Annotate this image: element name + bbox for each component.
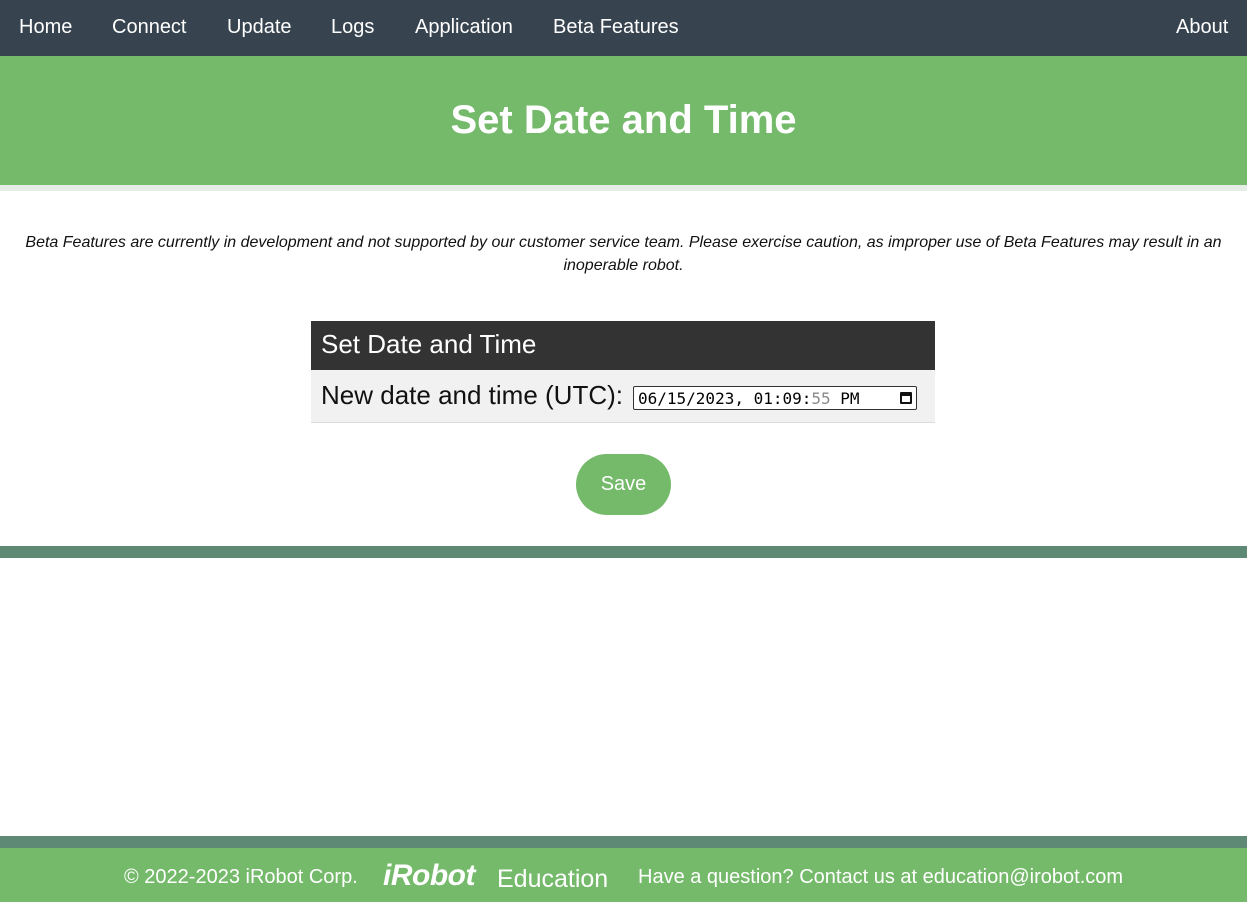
nav-home[interactable]: Home — [19, 0, 72, 56]
nav-connect[interactable]: Connect — [112, 0, 187, 56]
form-card-header: Set Date and Time — [311, 321, 935, 370]
calendar-icon[interactable] — [900, 392, 912, 404]
beta-warning-text: Beta Features are currently in developme… — [25, 234, 1222, 274]
page-title: Set Date and Time — [450, 98, 797, 142]
nav-logs[interactable]: Logs — [331, 0, 374, 56]
datetime-value-seconds: 55 — [811, 389, 831, 408]
datetime-input[interactable]: 06/15/2023, 01:09:55 PM — [633, 386, 917, 410]
content-divider — [0, 546, 1247, 558]
datetime-label: New date and time (UTC): — [321, 380, 623, 410]
logo-brand-text: iRobot — [383, 859, 475, 892]
nav-application[interactable]: Application — [415, 0, 513, 56]
footer-copyright: © 2022-2023 iRobot Corp. — [124, 866, 358, 888]
irobot-education-logo: iRobot Education — [383, 859, 615, 894]
logo-education-text: Education — [497, 865, 609, 893]
form-card-title: Set Date and Time — [321, 329, 537, 359]
footer-divider — [0, 836, 1247, 848]
banner-divider — [0, 185, 1247, 191]
datetime-value-ampm: PM — [840, 389, 860, 408]
save-button[interactable]: Save — [576, 454, 671, 515]
datetime-row: New date and time (UTC): 06/15/2023, 01:… — [311, 370, 935, 423]
nav-update[interactable]: Update — [227, 0, 292, 56]
nav-about[interactable]: About — [1176, 0, 1228, 56]
top-navigation: Home Connect Update Logs Application Bet… — [0, 0, 1247, 56]
footer: © 2022-2023 iRobot Corp. Have a question… — [0, 848, 1247, 902]
nav-beta-features[interactable]: Beta Features — [553, 0, 679, 56]
footer-contact[interactable]: Have a question? Contact us at education… — [638, 848, 1123, 906]
datetime-value-main: 06/15/2023, 01:09: — [638, 389, 812, 408]
